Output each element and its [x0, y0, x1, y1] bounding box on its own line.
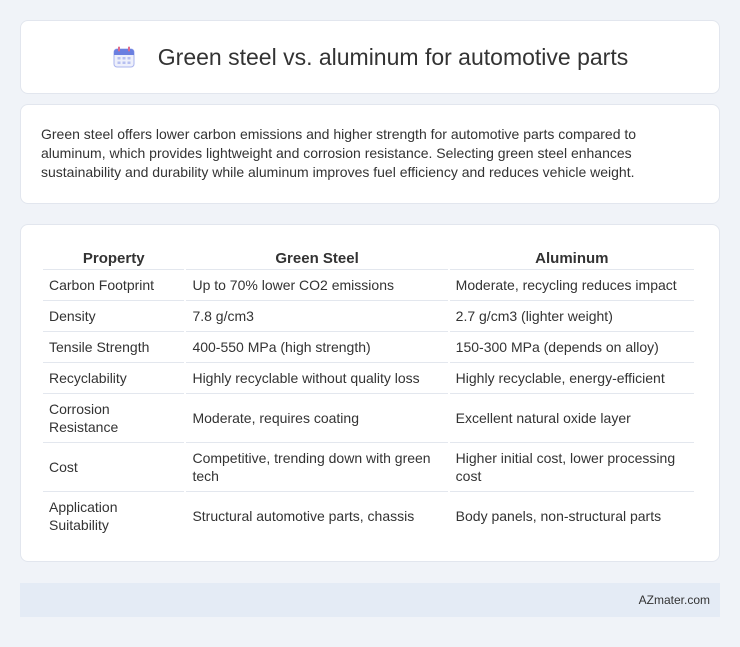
summary-card: Green steel offers lower carbon emission…: [20, 104, 720, 204]
table-header-row: Property Green Steel Aluminum: [43, 246, 694, 269]
cell-aluminum: Higher initial cost, lower processing co…: [449, 442, 694, 491]
cell-aluminum: Body panels, non-structural parts: [449, 491, 694, 540]
cell-property: Density: [43, 300, 185, 331]
cell-aluminum: Moderate, recycling reduces impact: [449, 269, 694, 300]
cell-property: Application Suitability: [43, 491, 185, 540]
cell-green-steel: 7.8 g/cm3: [186, 300, 448, 331]
cell-green-steel: Competitive, trending down with green te…: [186, 442, 448, 491]
footer-source: AZmater.com: [638, 593, 710, 607]
cell-green-steel: Highly recyclable without quality loss: [186, 362, 448, 393]
cell-green-steel: Moderate, requires coating: [186, 393, 448, 442]
header-green-steel: Green Steel: [275, 250, 359, 267]
cell-aluminum: Highly recyclable, energy-efficient: [449, 362, 694, 393]
cell-aluminum: 150-300 MPa (depends on alloy): [449, 331, 694, 362]
cell-green-steel: Structural automotive parts, chassis: [186, 491, 448, 540]
table-row: Carbon Footprint Up to 70% lower CO2 emi…: [43, 269, 694, 300]
title-wrap: Green steel vs. aluminum for automotive …: [112, 44, 628, 71]
comparison-table-card: Property Green Steel Aluminum Carbon Foo…: [20, 224, 720, 562]
cell-aluminum: 2.7 g/cm3 (lighter weight): [449, 300, 694, 331]
cell-property: Corrosion Resistance: [43, 393, 185, 442]
calendar-icon: [112, 45, 136, 69]
table-row: Tensile Strength 400-550 MPa (high stren…: [43, 331, 694, 362]
table-row: Corrosion Resistance Moderate, requires …: [43, 393, 694, 442]
comparison-table: Property Green Steel Aluminum Carbon Foo…: [41, 246, 696, 540]
header-aluminum: Aluminum: [535, 250, 609, 267]
cell-property: Tensile Strength: [43, 331, 185, 362]
header-property: Property: [82, 250, 145, 267]
table-row: Application Suitability Structural autom…: [43, 491, 694, 540]
table-row: Recyclability Highly recyclable without …: [43, 362, 694, 393]
cell-green-steel: Up to 70% lower CO2 emissions: [186, 269, 448, 300]
page-title: Green steel vs. aluminum for automotive …: [157, 43, 629, 70]
cell-aluminum: Excellent natural oxide layer: [449, 393, 694, 442]
cell-property: Carbon Footprint: [43, 269, 185, 300]
cell-property: Cost: [43, 442, 185, 491]
footer-bar: AZmater.com: [20, 583, 720, 617]
table-row: Density 7.8 g/cm3 2.7 g/cm3 (lighter wei…: [43, 300, 694, 331]
table-row: Cost Competitive, trending down with gre…: [43, 442, 694, 491]
header-card: Green steel vs. aluminum for automotive …: [20, 20, 720, 94]
cell-property: Recyclability: [43, 362, 185, 393]
summary-text: Green steel offers lower carbon emission…: [41, 126, 637, 180]
cell-green-steel: 400-550 MPa (high strength): [186, 331, 448, 362]
